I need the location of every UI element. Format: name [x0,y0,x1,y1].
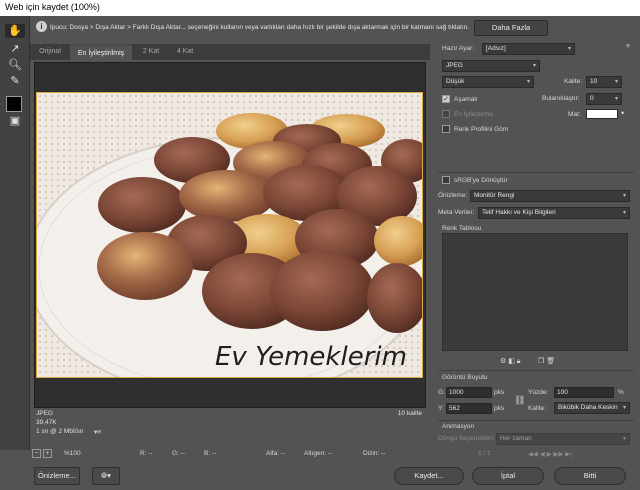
quality-label: Kalite: [564,78,583,85]
format-select[interactable]: JPEG ▾ [442,60,540,72]
animation-controls[interactable]: ◀◀ ◀ ▶ ▶▶ ▶| [528,450,572,458]
slice-select-icon[interactable]: ↗ [5,42,25,56]
zoom-in-button[interactable]: + [43,449,52,458]
save-button[interactable]: Kaydet... [394,467,464,485]
hand-icon[interactable]: ✋ [5,24,25,38]
eyedropper-icon[interactable]: ✎ [5,74,25,88]
preset-label: Hazır Ayar: [442,45,475,52]
color-table-title: Renk Tablosu [442,225,482,232]
status-bar: − + %100 R: -- G: -- B: -- Alfa: -- Altı… [30,448,430,460]
percent-unit: % [618,389,624,396]
status-g: G: -- [172,450,185,457]
animation-title: Animasyon [442,423,475,430]
width-unit: pks [494,389,505,396]
toggle-slices-icon[interactable]: ▣ [5,114,25,128]
tab-original[interactable]: Orijinal [32,44,68,60]
percent-input[interactable]: 100 [554,387,614,398]
window-title: Web için kaydet (100%) [5,2,100,12]
status-index: Dizin: -- [363,450,386,457]
resample-select[interactable]: Bikübik Daha Keskin ▾ [554,402,630,414]
matte-color-swatch[interactable] [586,109,618,119]
height-unit: pks [494,405,505,412]
info-size: 39,47K [36,419,57,426]
zoom-level[interactable]: %100 [64,450,81,457]
quality-input[interactable]: 10 ▾ [586,76,622,88]
color-table[interactable] [442,233,628,351]
cookie-photo: Ev Yemeklerim [37,93,422,377]
zoom-icon[interactable]: 🔍︎ [5,58,25,72]
done-button[interactable]: Bitti [554,467,626,485]
more-button[interactable]: Daha Fazla [474,20,548,36]
height-input[interactable]: 562 [446,403,492,414]
frame-counter: 1 / 1 [478,450,491,457]
info-time: 1 sn @ 2 Mbİ/sn [36,428,84,435]
progressive-label: Aşamalı [454,96,478,103]
tab-4up[interactable]: 4 Kat [170,44,200,60]
width-input[interactable]: 1000 [446,387,492,398]
resample-label: Kalite: [528,405,547,412]
matte-label: Mat: [568,111,581,118]
eyedropper-color-swatch[interactable] [6,96,22,112]
convert-srgb-checkbox[interactable] [442,176,450,184]
loop-label: Döngü Seçenekleri: [438,435,495,442]
optimized-label: En İyileştirme [454,111,494,118]
preset-menu-icon[interactable]: ≡ [626,43,630,50]
preview-color-select[interactable]: Monitör Rengi ▾ [470,190,630,202]
cancel-button[interactable]: İptal [472,467,544,485]
metadata-label: Meta Veriler: [438,209,475,216]
loop-select[interactable]: Her zaman ▾ [496,433,630,445]
status-r: R: -- [140,450,153,457]
quality-level-select[interactable]: Düşük ▾ [442,76,534,88]
status-hex: Altıgen: -- [304,450,333,457]
status-alpha: Alfa: -- [266,450,286,457]
info-quality: 10 kalite [397,410,422,417]
title-bar: Web için kaydet (100%) [0,0,640,16]
link-icon[interactable]: ⛓ [514,395,525,406]
color-table-tools[interactable]: ⚙ ◧ 🔒︎ ❐ 🗑︎ [500,357,555,366]
watermark-text: Ev Yemeklerim [215,342,407,372]
blur-input[interactable]: 0 ▾ [586,93,622,105]
optimized-checkbox[interactable] [442,110,450,118]
matte-chevron-icon[interactable]: ▾ [621,109,624,117]
height-label: Y: [438,405,444,412]
optimization-info: JPEG 39,47K 1 sn @ 2 Mbİ/sn ▾≡ 10 kalite [36,408,426,440]
preview-image[interactable]: Ev Yemeklerim [36,92,423,378]
preview-label: Önizleme: [438,192,468,199]
globe-icon: 🌐︎▾ [101,471,111,480]
progressive-checkbox[interactable]: ✓ [442,95,450,103]
preset-select[interactable]: [Adsız] ▾ [482,43,575,55]
width-label: G: [438,389,445,396]
embed-profile-label: Renk Profilini Göm [454,126,509,133]
convert-srgb-label: sRGB'ye Dönüştür [454,177,508,184]
info-format: JPEG [36,410,53,417]
browser-preview-button[interactable]: 🌐︎▾ [92,467,120,485]
tab-optimized[interactable]: En İyileştirilmiş [70,44,132,60]
tip-text: İpucu: Dosya > Dışa Aktar > Farklı Dışa … [50,24,470,31]
speed-menu-icon[interactable]: ▾≡ [94,428,101,436]
zoom-out-button[interactable]: − [32,449,41,458]
metadata-select[interactable]: Telif Hakkı ve Kişi Bilgileri ▾ [478,207,630,219]
info-icon: i [36,21,47,32]
preview-button[interactable]: Önizleme... [34,467,80,485]
image-size-title: Görüntü Boyutu [442,374,488,381]
tab-2up[interactable]: 2 Kat [136,44,166,60]
embed-profile-checkbox[interactable] [442,125,450,133]
blur-label: Bulanıklaştır: [542,95,580,102]
tip-bar: i İpucu: Dosya > Dışa Aktar > Farklı Dış… [0,16,640,40]
percent-label: Yüzde: [528,389,549,396]
bottom-bar: Önizleme... 🌐︎▾ Kaydet... İptal Bitti [0,460,640,490]
tool-panel: ✋ ↗ 🔍︎ ✎ ▣ [0,16,30,450]
settings-panel: Hazır Ayar: [Adsız] ▾ ≡ JPEG ▾ Düşük ▾ Kali… [432,40,640,460]
status-b: B: -- [204,450,217,457]
